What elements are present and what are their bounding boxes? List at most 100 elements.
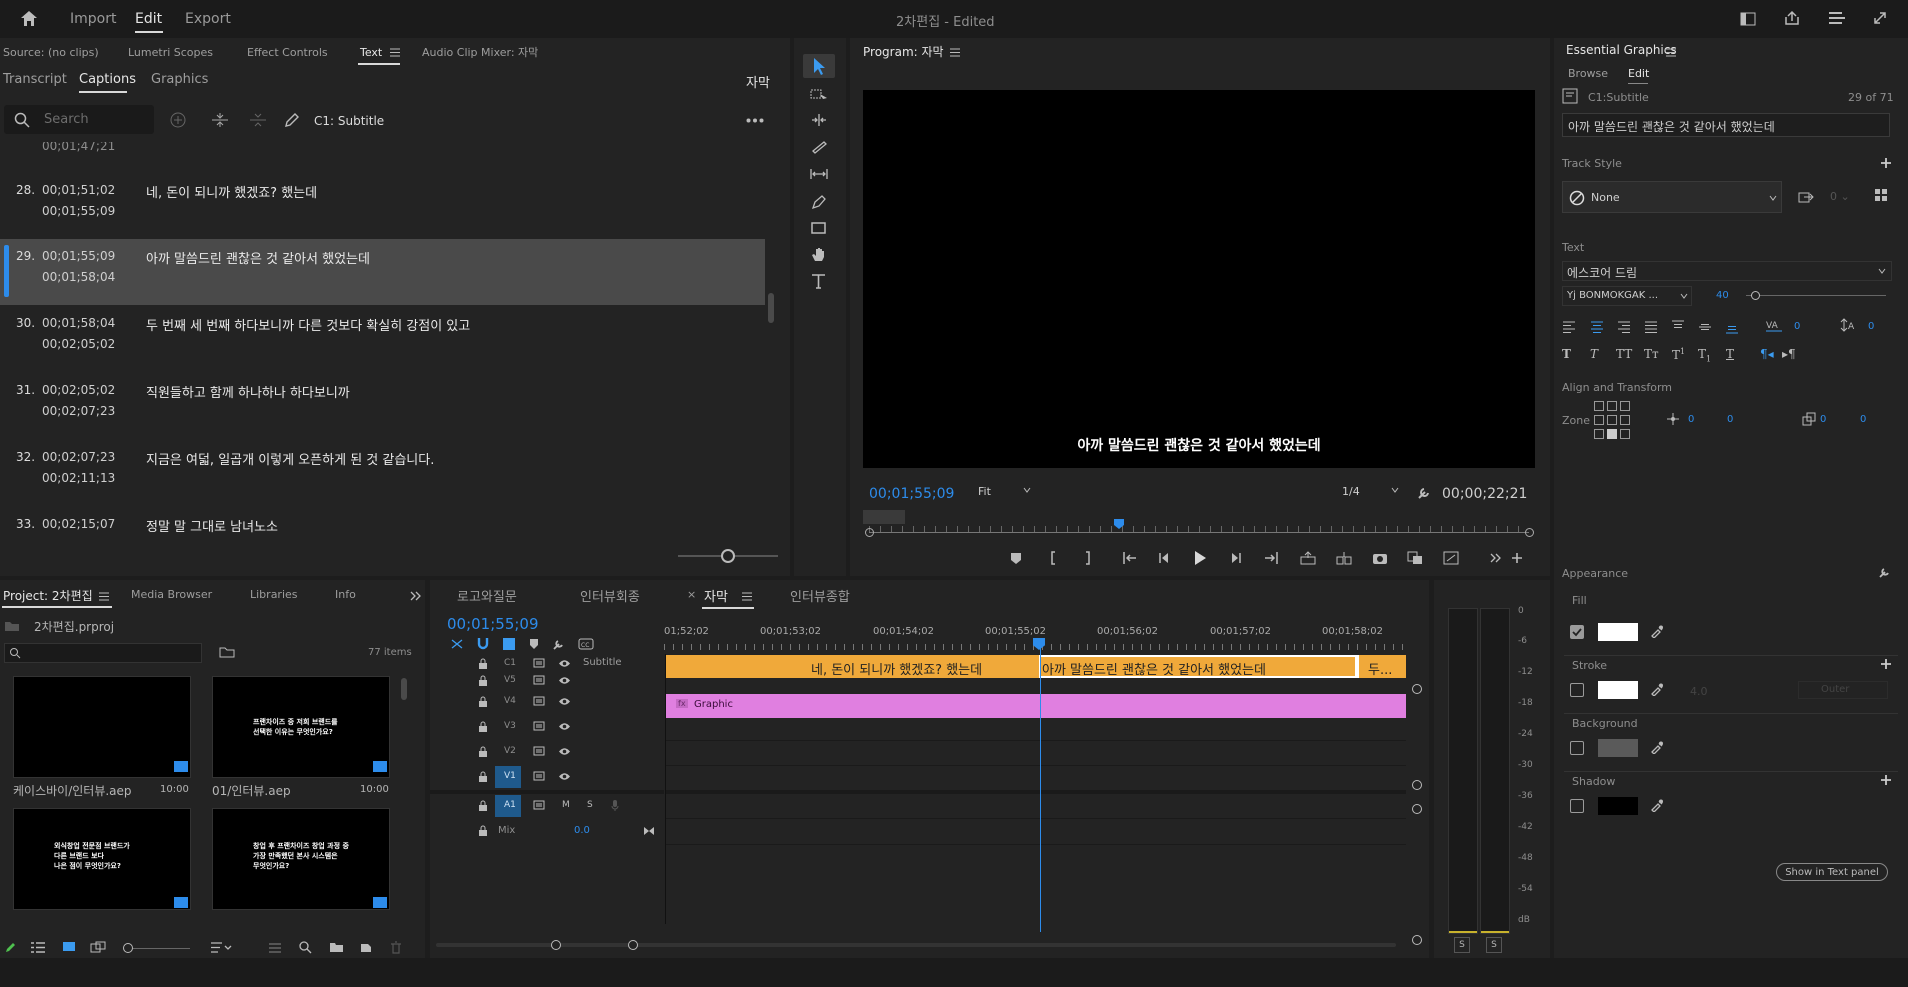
push-style-icon[interactable] — [1797, 188, 1815, 204]
button-editor-icon[interactable] — [1510, 551, 1524, 565]
caption-text[interactable]: 네, 돈이 되니까 했겠죠? 했는데 — [146, 182, 317, 201]
caption-row-selected[interactable]: 29. 00;01;55;09 00;01;58;04 아까 말씀드린 괜찮은 … — [0, 239, 765, 305]
track-label[interactable]: V4 — [504, 696, 516, 706]
rtl-direction-icon[interactable]: ▸¶ — [1782, 347, 1796, 361]
add-marker-icon[interactable] — [529, 638, 539, 650]
caption-row[interactable]: 00;01;47;21 — [0, 142, 765, 166]
faux-italic-icon[interactable]: T — [1590, 347, 1598, 361]
caption-text[interactable]: 지금은 여덟, 일곱개 이렇게 오픈하게 된 것 같습니다. — [146, 449, 434, 468]
search-input[interactable]: Search — [44, 112, 89, 127]
fill-color-swatch[interactable] — [1598, 623, 1638, 641]
horizontal-scroll-handle-left[interactable] — [551, 940, 561, 950]
sync-lock-icon[interactable] — [533, 721, 545, 731]
mix-volume-value[interactable]: 0.0 — [574, 825, 590, 836]
lock-icon[interactable] — [478, 658, 488, 669]
selection-tool-icon[interactable] — [803, 54, 835, 78]
zone-grid[interactable] — [1594, 401, 1632, 441]
new-bin-icon[interactable] — [219, 646, 235, 658]
snap-icon[interactable] — [476, 637, 490, 651]
position-x-value[interactable]: 0 — [1688, 414, 1694, 425]
stroke-eyedropper-icon[interactable] — [1650, 682, 1664, 696]
thumbnail-item[interactable]: 프랜차이즈 중 저희 브랜드를 선택한 이유는 무엇인가요? — [212, 676, 390, 778]
program-menu-icon[interactable] — [950, 48, 960, 57]
more-controls-icon[interactable] — [1490, 552, 1502, 564]
search-field[interactable]: Search — [4, 105, 154, 134]
track-style-dropdown[interactable]: None — [1562, 181, 1782, 213]
track-label[interactable]: C1 — [504, 658, 516, 668]
tab-source[interactable]: Source: (no clips) — [3, 46, 99, 59]
razor-tool-icon[interactable] — [810, 140, 828, 154]
tab-effect-controls[interactable]: Effect Controls — [247, 46, 328, 59]
solo-left-button[interactable]: S — [1454, 937, 1470, 953]
stroke-color-swatch[interactable] — [1598, 681, 1638, 699]
eye-icon[interactable] — [558, 772, 571, 781]
tracking-icon[interactable]: VA — [1765, 318, 1783, 332]
sort-icon[interactable] — [210, 942, 232, 953]
scale-x-value[interactable]: 0 — [1820, 414, 1826, 425]
sequence-tab-active[interactable]: 자막 — [704, 586, 728, 605]
shadow-checkbox[interactable] — [1570, 799, 1584, 813]
tab-libraries[interactable]: Libraries — [250, 588, 298, 601]
tracking-value[interactable]: 0 — [1794, 321, 1800, 332]
caption-row[interactable]: 32. 00;02;07;23 00;02;11;13 지금은 여덟, 일곱개 … — [0, 446, 765, 510]
monitor-timeline[interactable] — [863, 506, 1535, 546]
scale-y-value[interactable]: 0 — [1860, 414, 1866, 425]
captions-cc-icon[interactable]: CC — [578, 638, 594, 650]
quality-dropdown[interactable]: 1/4 — [1342, 484, 1402, 502]
add-stroke-icon[interactable] — [1880, 658, 1892, 670]
superscript-icon[interactable]: T1 — [1672, 347, 1685, 362]
track-label[interactable]: V2 — [504, 746, 516, 756]
program-title[interactable]: Program: 자막 — [863, 43, 944, 60]
caption-row[interactable]: 30. 00;01;58;04 00;02;05;02 두 번째 세 번째 하다… — [0, 312, 765, 376]
track-label[interactable]: V5 — [504, 675, 516, 685]
caption-row[interactable]: 33. 00;02;15;07 정말 말 그대로 남녀노소 — [0, 513, 765, 562]
caption-text[interactable]: 두 번째 세 번째 하다보니까 다른 것보다 확실히 강점이 있고 — [146, 315, 470, 334]
fit-dropdown[interactable]: Fit — [978, 484, 1036, 502]
track-label[interactable]: V1 — [504, 771, 516, 781]
subscript-icon[interactable]: T1 — [1698, 347, 1711, 363]
thumbnail-item[interactable] — [13, 676, 191, 778]
eye-icon[interactable] — [558, 722, 571, 731]
time-ruler[interactable]: 01;52;02 00;01;53;02 00;01;54;02 00;01;5… — [664, 626, 1404, 654]
add-caption-icon[interactable] — [170, 112, 186, 128]
quick-export-icon[interactable] — [1828, 11, 1846, 25]
caption-text[interactable]: 직원들하고 함께 하나하나 하다보니까 — [146, 382, 350, 401]
thumbnail-item[interactable]: 창업 후 프랜차이즈 창업 과정 중 가장 만족했던 본사 시스템은 무엇인가요… — [212, 808, 390, 910]
underline-icon[interactable]: T — [1726, 347, 1734, 361]
track-label[interactable]: Mix — [498, 825, 515, 836]
caption-row[interactable]: 28. 00;01;51;02 00;01;55;09 네, 돈이 되니까 했겠… — [0, 179, 765, 243]
shadow-eyedropper-icon[interactable] — [1650, 798, 1664, 812]
eg-menu-icon[interactable] — [1666, 48, 1676, 57]
step-forward-icon[interactable] — [1228, 551, 1242, 565]
justify-icon[interactable] — [1644, 321, 1658, 333]
faux-bold-icon[interactable]: T — [1562, 347, 1571, 361]
new-bin-button-icon[interactable] — [329, 942, 344, 953]
extract-icon[interactable] — [1336, 551, 1352, 565]
zoom-bar[interactable] — [863, 510, 905, 524]
background-checkbox[interactable] — [1570, 741, 1584, 755]
align-top-icon[interactable] — [1671, 320, 1685, 332]
thumbnail-item[interactable]: 외식창업 전문점 브랜드가 다른 브랜드 보다 나은 점이 무엇인가요? — [13, 808, 191, 910]
freeform-view-icon[interactable] — [90, 941, 106, 953]
ripple-edit-tool-icon[interactable] — [810, 113, 828, 127]
leading-value[interactable]: 0 — [1868, 321, 1874, 332]
lock-icon[interactable] — [478, 800, 488, 811]
caption-row[interactable]: 31. 00;02;05;02 00;02;07;23 직원들하고 함께 하나하… — [0, 379, 765, 443]
lock-icon[interactable] — [478, 825, 488, 836]
voiceover-mic-icon[interactable] — [611, 799, 619, 812]
track-area[interactable]: 네, 돈이 되니까 했겠죠? 했는데 아까 말씀드린 괜찮은 것 같아서 했었는… — [665, 646, 1406, 932]
zoom-slider-handle[interactable] — [721, 549, 735, 563]
graphic-clip[interactable]: fx Graphic — [666, 694, 1406, 718]
workspaces-icon[interactable] — [1740, 12, 1756, 26]
in-point-handle[interactable] — [865, 528, 874, 537]
thumb-zoom-slider[interactable] — [126, 948, 190, 949]
lock-icon[interactable] — [478, 696, 488, 707]
hand-tool-icon[interactable] — [810, 246, 828, 263]
expand-tabs-icon[interactable] — [410, 590, 422, 602]
mark-in-icon[interactable] — [1047, 551, 1059, 565]
small-caps-icon[interactable]: Tт — [1644, 347, 1659, 361]
tab-edit[interactable]: Edit — [1628, 67, 1649, 80]
align-left-icon[interactable] — [1562, 321, 1576, 333]
tab-transcript[interactable]: Transcript — [3, 72, 67, 87]
merge-caption-icon[interactable] — [249, 112, 267, 128]
